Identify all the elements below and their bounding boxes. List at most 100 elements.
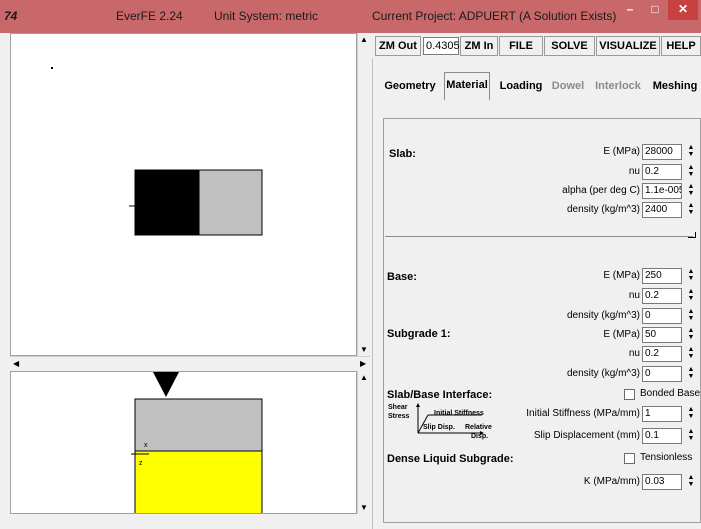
- plan-vertical-scrollbar[interactable]: ▲ ▼: [357, 33, 370, 356]
- tab-material[interactable]: Material: [444, 72, 490, 98]
- resize-grip-icon[interactable]: [688, 232, 696, 238]
- side-view-drawing: x z: [131, 372, 263, 513]
- side-vertical-scrollbar[interactable]: ▲ ▼: [357, 371, 370, 514]
- spinner-icon[interactable]: ▲ ▼: [686, 268, 696, 284]
- bonded-base-label: Bonded Base: [640, 388, 701, 399]
- plan-view-drawing: [51, 67, 263, 236]
- k-input[interactable]: 0.03: [642, 474, 682, 490]
- base-nu-input[interactable]: 0.2: [642, 288, 682, 304]
- axis-x-label: x: [144, 442, 148, 449]
- title-bar: 74 EverFE 2.24 Unit System: metric Curre…: [0, 0, 701, 33]
- scroll-down-arrow-icon[interactable]: ▼: [360, 345, 368, 354]
- initial-stiffness-input[interactable]: 1: [642, 406, 682, 422]
- panel-divider: [385, 236, 693, 237]
- interface-section-title: Slab/Base Interface:: [387, 389, 493, 401]
- base-e-input[interactable]: 250: [642, 268, 682, 284]
- subgrade-density-input[interactable]: 0: [642, 366, 682, 382]
- slab-density-input[interactable]: 2400: [642, 202, 682, 218]
- scroll-down-arrow-icon[interactable]: ▼: [360, 503, 368, 512]
- slab-cross-section: [134, 398, 263, 452]
- spinner-icon[interactable]: ▲ ▼: [686, 366, 696, 382]
- tab-interlock[interactable]: Interlock: [594, 80, 642, 92]
- spinner-icon[interactable]: ▲ ▼: [686, 428, 696, 444]
- subgrade-section-title: Subgrade 1:: [387, 328, 451, 340]
- app-icon: 74: [4, 9, 18, 23]
- close-button[interactable]: ✕: [668, 0, 698, 20]
- tab-geometry[interactable]: Geometry: [384, 80, 436, 92]
- minimize-button[interactable]: –: [618, 0, 642, 20]
- subgrade-nu-label: nu: [628, 348, 640, 359]
- diagram-shear-label: Shear: [388, 404, 408, 411]
- spinner-icon[interactable]: ▲ ▼: [686, 406, 696, 422]
- slab-panel-black: [135, 170, 199, 235]
- base-density-input[interactable]: 0: [642, 308, 682, 324]
- slab-nu-label: nu: [628, 166, 640, 177]
- zoom-in-button[interactable]: ZM In: [460, 36, 498, 56]
- diagram-initial-stiffness-label: Initial Stiffness: [434, 410, 484, 417]
- visualize-button[interactable]: VISUALIZE: [596, 36, 660, 56]
- spinner-icon[interactable]: ▲ ▼: [686, 183, 696, 199]
- spinner-icon[interactable]: ▲ ▼: [686, 308, 696, 324]
- arrow-up-icon: [416, 403, 420, 407]
- tab-dowel[interactable]: Dowel: [549, 80, 587, 92]
- slab-alpha-input[interactable]: 1.1e-005: [642, 183, 682, 199]
- tab-edge: [444, 96, 445, 100]
- initial-stiffness-label: Initial Stiffness (MPa/mm): [526, 408, 640, 419]
- dense-liquid-section-title: Dense Liquid Subgrade:: [387, 453, 514, 465]
- app-title: EverFE 2.24: [116, 9, 183, 23]
- base-e-label: E (MPa): [603, 270, 640, 281]
- subgrade-layer: [134, 450, 263, 513]
- spinner-icon[interactable]: ▲ ▼: [686, 474, 696, 490]
- spinner-icon[interactable]: ▲ ▼: [686, 346, 696, 362]
- diagram-disp-label: Disp.: [471, 433, 489, 440]
- slab-panel-grey: [198, 169, 263, 236]
- tensionless-checkbox[interactable]: [624, 453, 635, 464]
- solve-button[interactable]: SOLVE: [544, 36, 595, 56]
- tab-edge: [489, 96, 490, 100]
- origin-marker: [51, 67, 53, 69]
- tab-loading[interactable]: Loading: [498, 80, 544, 92]
- maximize-button[interactable]: □: [643, 0, 667, 20]
- spinner-icon[interactable]: ▲ ▼: [686, 164, 696, 180]
- subgrade-nu-input[interactable]: 0.2: [642, 346, 682, 362]
- zoom-level-input[interactable]: 0.4305: [423, 37, 460, 55]
- plan-horizontal-scrollbar[interactable]: ◀ ▶: [10, 356, 370, 370]
- slip-displacement-input[interactable]: 0.1: [642, 428, 682, 444]
- side-view-canvas[interactable]: x z: [10, 371, 357, 514]
- scroll-up-arrow-icon[interactable]: ▲: [360, 373, 368, 382]
- slip-displacement-label: Slip Displacement (mm): [533, 430, 640, 441]
- project-label: Current Project: ADPUERT (A Solution Exi…: [372, 9, 617, 23]
- left-margin: [0, 33, 10, 529]
- base-nu-label: nu: [628, 290, 640, 301]
- axis-z-label: z: [139, 460, 143, 467]
- subgrade-e-label: E (MPa): [603, 329, 640, 340]
- help-button[interactable]: HELP: [661, 36, 701, 56]
- spinner-icon[interactable]: ▲ ▼: [686, 327, 696, 343]
- subgrade-density-label: density (kg/m^3): [566, 368, 640, 379]
- bonded-base-checkbox[interactable]: [624, 389, 635, 400]
- zoom-out-button[interactable]: ZM Out: [375, 36, 421, 56]
- spinner-icon[interactable]: ▲ ▼: [686, 202, 696, 218]
- slab-nu-input[interactable]: 0.2: [642, 164, 682, 180]
- slab-alpha-label: alpha (per deg C): [562, 185, 640, 196]
- subgrade-e-input[interactable]: 50: [642, 327, 682, 343]
- plan-view-canvas[interactable]: [10, 33, 357, 356]
- diagram-relative-label: Relative: [465, 424, 492, 431]
- base-section-title: Base:: [387, 271, 417, 283]
- k-label: K (MPa/mm): [583, 476, 640, 487]
- tab-meshing[interactable]: Meshing: [651, 80, 699, 92]
- interface-diagram: Shear Stress Initial Stiffness Slip Disp…: [387, 403, 497, 443]
- spinner-icon[interactable]: ▲ ▼: [686, 144, 696, 160]
- scroll-up-arrow-icon[interactable]: ▲: [360, 35, 368, 44]
- file-button[interactable]: FILE: [499, 36, 543, 56]
- spinner-icon[interactable]: ▲ ▼: [686, 288, 696, 304]
- scroll-left-arrow-icon[interactable]: ◀: [13, 359, 19, 368]
- slab-e-input[interactable]: 28000: [642, 144, 682, 160]
- scroll-right-arrow-icon[interactable]: ▶: [360, 359, 366, 368]
- diagram-slip-label: Slip Disp.: [423, 424, 455, 431]
- diagram-stress-label: Stress: [388, 413, 410, 420]
- base-density-label: density (kg/m^3): [566, 310, 640, 321]
- load-triangle-icon: [153, 372, 179, 397]
- slab-e-label: E (MPa): [603, 146, 640, 157]
- tensionless-label: Tensionless: [640, 452, 693, 463]
